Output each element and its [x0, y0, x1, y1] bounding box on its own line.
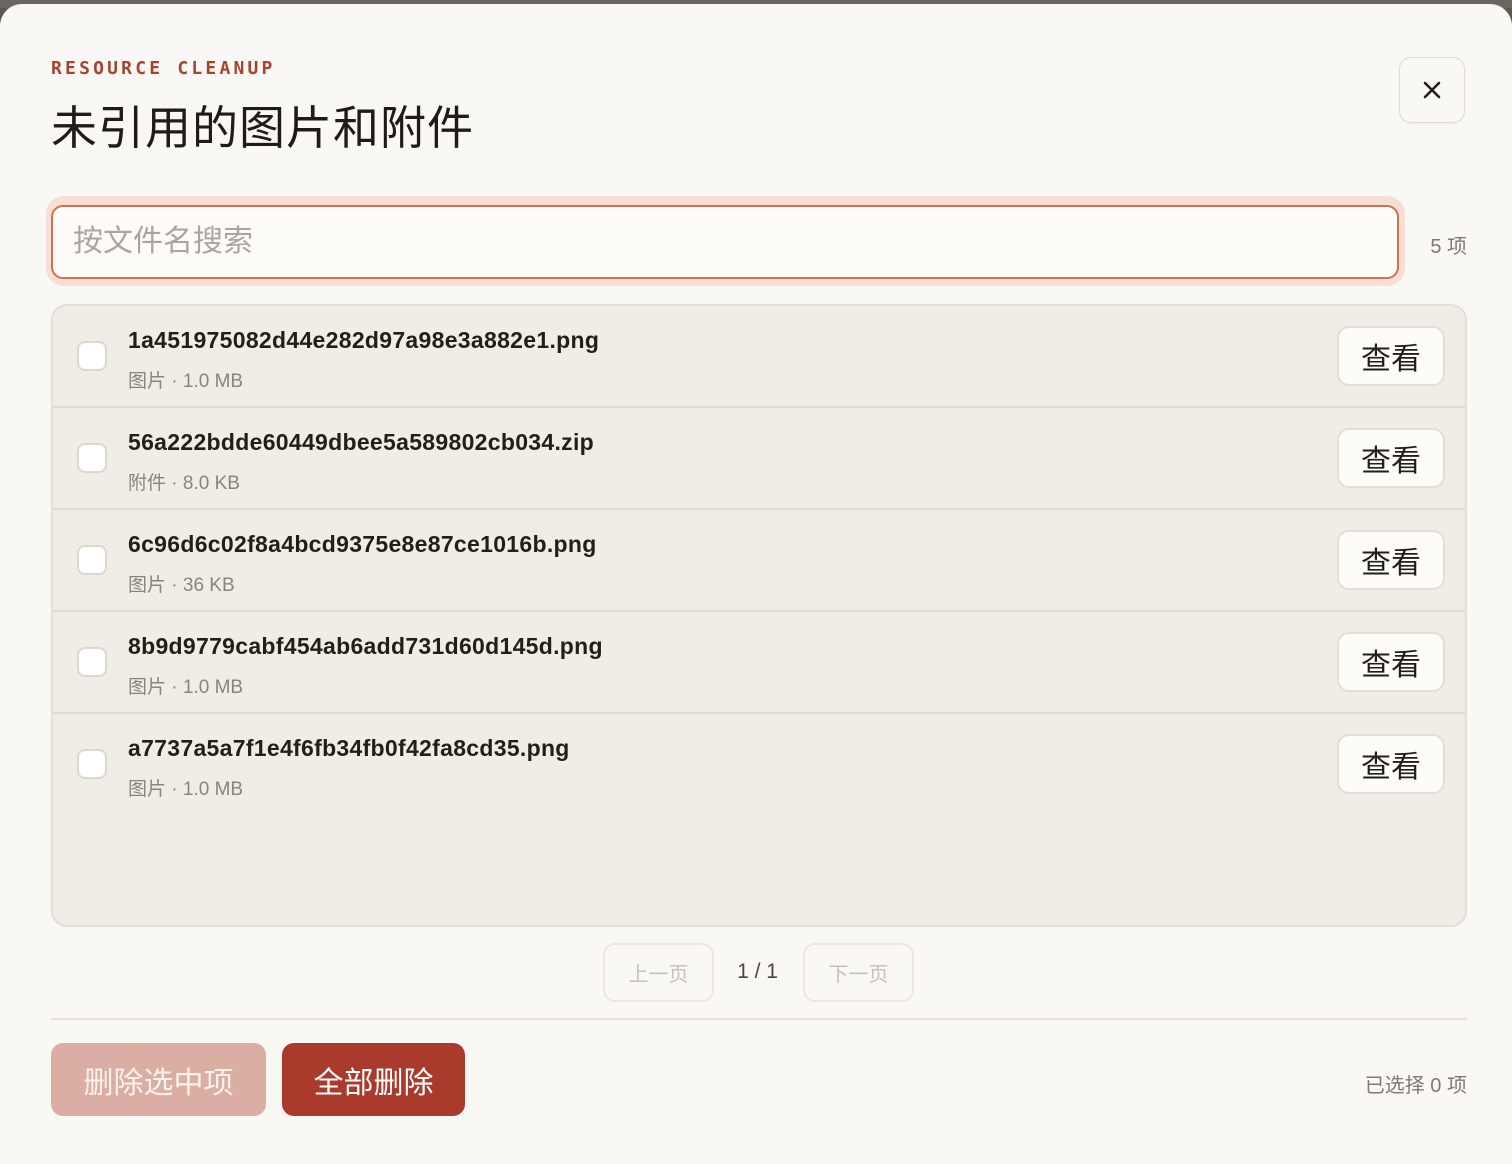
- file-meta: 图片 · 1.0 MB: [128, 779, 244, 800]
- view-button[interactable]: 查看: [1337, 632, 1445, 692]
- prev-page-button[interactable]: 上一页: [603, 943, 714, 1002]
- view-button[interactable]: 查看: [1337, 734, 1445, 794]
- file-name: 1a451975082d44e282d97a98e3a882e1.png: [128, 327, 600, 353]
- selected-status: 已选择 0 项: [1364, 1075, 1467, 1097]
- page-indicator: 1 / 1: [737, 960, 778, 983]
- file-name: 8b9d9779cabf454ab6add731d60d145d.png: [128, 633, 603, 659]
- close-button[interactable]: [1399, 57, 1465, 123]
- close-icon: [1422, 80, 1442, 100]
- view-button[interactable]: 查看: [1337, 428, 1445, 488]
- list-item: 8b9d9779cabf454ab6add731d60d145d.png 图片 …: [53, 612, 1465, 714]
- view-button[interactable]: 查看: [1337, 326, 1445, 386]
- view-button[interactable]: 查看: [1337, 530, 1445, 590]
- dialog-eyebrow: RESOURCE CLEANUP: [51, 58, 276, 79]
- row-checkbox[interactable]: [77, 341, 107, 371]
- file-meta: 附件 · 8.0 KB: [128, 473, 240, 494]
- file-meta: 图片 · 1.0 MB: [128, 677, 244, 698]
- dialog-title: 未引用的图片和附件: [51, 101, 474, 155]
- file-name: 6c96d6c02f8a4bcd9375e8e87ce1016b.png: [128, 531, 597, 557]
- search-input[interactable]: [51, 205, 1399, 279]
- file-name: a7737a5a7f1e4f6fb34fb0f42fa8cd35.png: [128, 735, 570, 761]
- row-checkbox[interactable]: [77, 749, 107, 779]
- delete-all-button[interactable]: 全部删除: [282, 1043, 465, 1116]
- row-checkbox[interactable]: [77, 545, 107, 575]
- result-count: 5 项: [1430, 236, 1467, 258]
- row-checkbox[interactable]: [77, 647, 107, 677]
- list-item: 6c96d6c02f8a4bcd9375e8e87ce1016b.png 图片 …: [53, 510, 1465, 612]
- list-item: a7737a5a7f1e4f6fb34fb0f42fa8cd35.png 图片 …: [53, 714, 1465, 816]
- list-item: 1a451975082d44e282d97a98e3a882e1.png 图片 …: [53, 306, 1465, 408]
- delete-selected-button[interactable]: 删除选中项: [51, 1043, 266, 1116]
- next-page-button[interactable]: 下一页: [803, 943, 914, 1002]
- file-list: 1a451975082d44e282d97a98e3a882e1.png 图片 …: [51, 304, 1467, 927]
- footer-divider: [51, 1018, 1467, 1020]
- list-item: 56a222bdde60449dbee5a589802cb034.zip 附件 …: [53, 408, 1465, 510]
- file-name: 56a222bdde60449dbee5a589802cb034.zip: [128, 429, 595, 455]
- file-meta: 图片 · 36 KB: [128, 575, 235, 596]
- file-meta: 图片 · 1.0 MB: [128, 371, 244, 392]
- row-checkbox[interactable]: [77, 443, 107, 473]
